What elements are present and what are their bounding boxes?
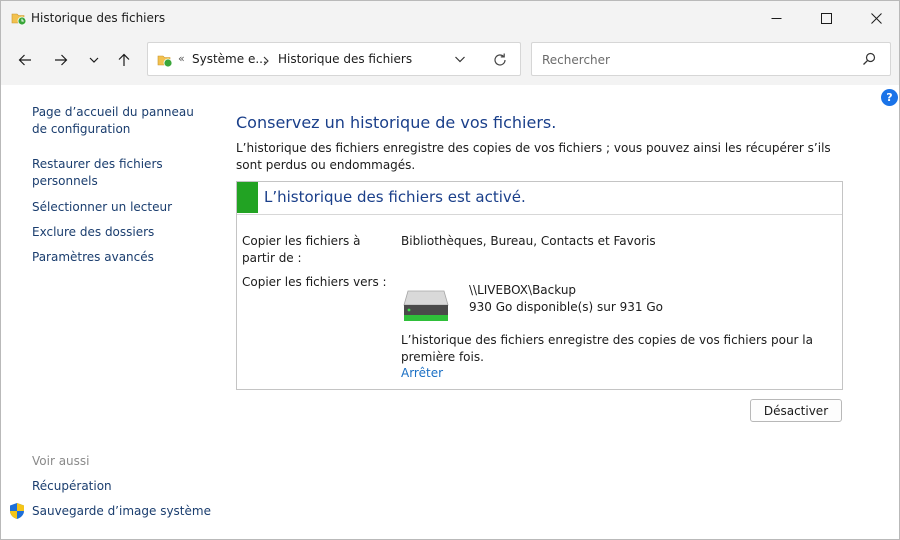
forward-button[interactable]	[49, 48, 73, 72]
breadcrumb-separator-icon[interactable]	[262, 55, 270, 69]
sidebar-link-control-panel-home[interactable]: Page d’accueil du panneau de configurati…	[32, 104, 212, 138]
address-overflow-icon[interactable]: «	[178, 52, 185, 65]
arrow-up-icon	[118, 53, 130, 66]
chevron-down-icon	[89, 57, 99, 63]
backup-drive-space: 930 Go disponible(s) sur 931 Go	[469, 300, 664, 314]
page-title: Conservez un historique de vos fichiers.	[236, 113, 557, 132]
status-message: L’historique des fichiers enregistre des…	[401, 333, 813, 364]
sidebar-link-select-drive[interactable]: Sélectionner un lecteur	[32, 199, 172, 216]
search-box[interactable]	[531, 42, 891, 76]
sidebar-link-exclude-folders[interactable]: Exclure des dossiers	[32, 224, 154, 241]
copy-from-label: Copier les fichiers à partir de :	[242, 234, 361, 265]
uac-shield-icon	[9, 502, 25, 523]
backup-drive-path: \\LIVEBOX\Backup	[469, 283, 577, 297]
search-icon[interactable]	[862, 52, 876, 69]
sidebar-link-advanced-settings[interactable]: Paramètres avancés	[32, 249, 154, 266]
breadcrumb-system[interactable]: Système e...	[192, 52, 267, 66]
help-icon[interactable]: ?	[881, 89, 898, 106]
content-area: ? Page d’accueil du panneau de configura…	[1, 85, 899, 539]
status-indicator-bar	[237, 182, 258, 213]
file-history-window: Historique des fichiers « Système e... H…	[0, 0, 900, 540]
sidebar-link-restore-files[interactable]: Restaurer des fichiers personnels	[32, 156, 172, 190]
disable-button[interactable]: Désactiver	[750, 399, 842, 422]
status-title: L’historique des fichiers est activé.	[264, 188, 526, 206]
copy-from-value: Bibliothèques, Bureau, Contacts et Favor…	[401, 234, 656, 248]
file-history-app-icon	[11, 10, 27, 26]
recent-locations-button[interactable]	[82, 48, 106, 72]
up-button[interactable]	[112, 48, 136, 72]
window-title: Historique des fichiers	[31, 11, 166, 25]
breadcrumb-file-history[interactable]: Historique des fichiers	[278, 52, 412, 66]
copy-to-label: Copier les fichiers vers :	[242, 275, 387, 289]
refresh-icon[interactable]	[492, 52, 508, 71]
network-drive-icon	[402, 285, 450, 326]
arrow-left-icon	[18, 54, 31, 66]
address-history-chevron-icon[interactable]	[454, 53, 466, 68]
maximize-button[interactable]	[803, 1, 849, 35]
control-panel-icon	[157, 52, 173, 68]
see-also-link-system-image-backup[interactable]: Sauvegarde d’image système	[32, 503, 211, 520]
address-bar[interactable]: « Système e... Historique des fichiers	[147, 42, 521, 76]
back-button[interactable]	[13, 48, 37, 72]
close-button[interactable]	[853, 1, 899, 35]
navigation-bar: « Système e... Historique des fichiers	[1, 35, 899, 85]
arrow-right-icon	[55, 54, 68, 66]
title-bar: Historique des fichiers	[1, 1, 899, 35]
status-header: L’historique des fichiers est activé.	[237, 182, 842, 215]
stop-link[interactable]: Arrêter	[401, 365, 443, 382]
search-input[interactable]	[540, 50, 844, 70]
see-also-link-recovery[interactable]: Récupération	[32, 478, 112, 495]
minimize-button[interactable]	[753, 1, 799, 35]
status-panel: L’historique des fichiers est activé. Co…	[236, 181, 843, 390]
see-also-heading: Voir aussi	[32, 454, 90, 468]
page-description: L’historique des fichiers enregistre des…	[236, 141, 831, 172]
